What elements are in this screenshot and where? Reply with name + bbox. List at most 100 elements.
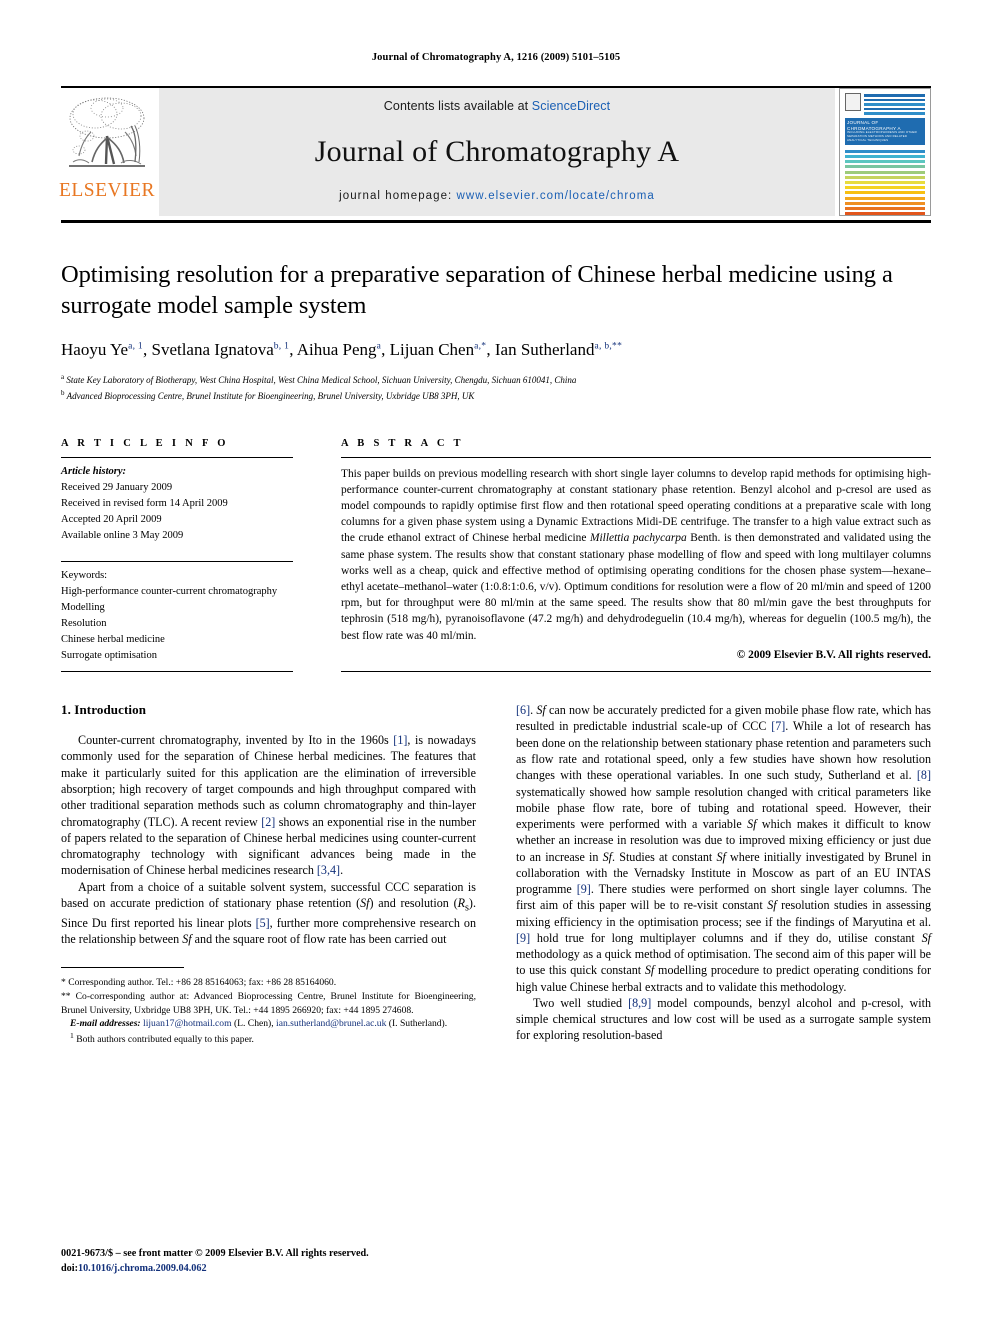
- citation-reference[interactable]: [7]: [771, 719, 785, 733]
- author-separator: ,: [381, 339, 390, 359]
- affiliation-item: a State Key Laboratory of Biotherapy, We…: [61, 372, 931, 388]
- italic-term: Sf: [767, 898, 777, 913]
- email-link-chen[interactable]: lijuan17@hotmail.com: [143, 1018, 232, 1029]
- footnote-equal-contribution-text: Both authors contributed equally to this…: [73, 1033, 254, 1045]
- citation-reference[interactable]: [9]: [577, 882, 591, 896]
- email-link-sutherland[interactable]: ian.sutherland@brunel.ac.uk: [276, 1018, 386, 1029]
- author-name: Aihua Peng: [296, 339, 377, 359]
- section-heading-introduction: 1. Introduction: [61, 702, 147, 718]
- contents-available-line: Contents lists available at ScienceDirec…: [384, 99, 610, 113]
- affiliation-item: b Advanced Bioprocessing Centre, Brunel …: [61, 388, 931, 404]
- keyword-item: Resolution: [61, 618, 107, 630]
- article-info-heading: A R T I C L E I N F O: [61, 437, 229, 449]
- article-history-item: Received 29 January 2009: [61, 481, 173, 493]
- body-text: and the square root of flow rate has bee…: [191, 932, 447, 947]
- citation-reference[interactable]: [2]: [261, 815, 275, 829]
- author-name: Lijuan Chen: [389, 339, 475, 359]
- cover-header-row: [845, 93, 925, 115]
- journal-homepage-link[interactable]: www.elsevier.com/locate/chroma: [457, 190, 655, 202]
- citation-reference[interactable]: [9]: [516, 931, 530, 945]
- author-affiliation-mark: a, 1: [128, 341, 143, 352]
- author-affiliation-mark: b, 1: [273, 341, 290, 352]
- email-addresses-label: E-mail addresses:: [70, 1018, 141, 1030]
- citation-reference[interactable]: [6]: [516, 703, 530, 717]
- doi-link[interactable]: 10.1016/j.chroma.2009.04.062: [78, 1263, 207, 1274]
- body-columns: 1. Introduction Counter-current chromato…: [61, 702, 931, 1046]
- italic-term: Sf: [536, 703, 546, 718]
- cover-banner: JOURNAL OF CHROMATOGRAPHY A INCLUDING EL…: [845, 118, 925, 146]
- email-owner-chen: (L. Chen),: [231, 1018, 277, 1030]
- body-text: ) and resolution (: [369, 895, 458, 910]
- doi-label: doi:: [61, 1263, 78, 1275]
- article-info-column: A R T I C L E I N F O Article history: R…: [61, 438, 293, 664]
- abstract-column: A B S T R A C T This paper builds on pre…: [341, 438, 931, 664]
- keywords-items: High-performance counter-current chromat…: [61, 584, 293, 664]
- journal-masthead: ELSEVIER Contents lists available at Sci…: [58, 86, 931, 216]
- body-text: hold true for long multiplayer columns a…: [530, 930, 922, 945]
- author-list: Haoyu Yea, 1, Svetlana Ignatovab, 1, Aih…: [61, 339, 931, 361]
- footnote-cocorresponding: ** Co-corresponding author at: Advanced …: [61, 990, 476, 1016]
- cover-top-bars: [864, 93, 925, 115]
- body-left-column: 1. Introduction Counter-current chromato…: [61, 702, 476, 1046]
- body-right-column: [6]. Sf can now be accurately predicted …: [516, 702, 931, 1046]
- keyword-item: High-performance counter-current chromat…: [61, 586, 278, 598]
- body-text: Two well studied: [533, 995, 629, 1010]
- keyword-item: Modelling: [61, 602, 105, 614]
- body-paragraph: Counter-current chromatography, invented…: [61, 732, 476, 878]
- elsevier-logo: ELSEVIER: [58, 88, 156, 216]
- footnote-emails: E-mail addresses: lijuan17@hotmail.com (…: [61, 1017, 476, 1031]
- cover-banner-subtitle: INCLUDING ELECTROPHORESIS AND OTHER SEPA…: [847, 130, 917, 142]
- elsevier-wordmark: ELSEVIER: [58, 180, 156, 201]
- sciencedirect-link[interactable]: ScienceDirect: [532, 99, 610, 113]
- email-owner-sutherland: (I. Sutherland).: [386, 1018, 448, 1030]
- citation-reference[interactable]: [3,4]: [317, 863, 340, 877]
- title-block: Optimising resolution for a preparative …: [61, 259, 931, 404]
- body-text: .: [340, 863, 344, 878]
- article-history-label: Article history:: [61, 465, 127, 477]
- affiliation-text: State Key Laboratory of Biotherapy, West…: [64, 374, 577, 385]
- body-text: . Studies at constant: [612, 849, 717, 864]
- citation-reference[interactable]: [8,9]: [628, 996, 651, 1010]
- abstract-part2: Benth. is then demonstrated and validate…: [341, 532, 931, 642]
- contents-prefix: Contents lists available at: [383, 99, 532, 113]
- abstract-rule-bottom: [341, 671, 931, 673]
- paper-page: Journal of Chromatography A, 1216 (2009)…: [0, 0, 992, 1323]
- article-info-rule-bottom: [61, 671, 293, 673]
- abstract-heading: A B S T R A C T: [341, 437, 464, 449]
- page-title: Optimising resolution for a preparative …: [61, 261, 893, 320]
- article-history-block: Article history: Received 29 January 200…: [61, 458, 293, 544]
- footnote-corresponding: * Corresponding author. Tel.: +86 28 851…: [61, 977, 337, 989]
- running-head: Journal of Chromatography A, 1216 (2009)…: [371, 52, 621, 63]
- left-column-paragraphs: Counter-current chromatography, invented…: [61, 732, 476, 947]
- author-name: Haoyu Ye: [61, 339, 129, 359]
- author-separator: ,: [289, 339, 297, 359]
- author-name: Svetlana Ignatova: [151, 339, 274, 359]
- article-history-items: Received 29 January 2009 Received in revi…: [61, 480, 293, 544]
- citation-reference[interactable]: [8]: [917, 768, 931, 782]
- keywords-block: Keywords: High-performance counter-curre…: [61, 562, 293, 664]
- imprint-block: 0021-9673/$ – see front matter © 2009 El…: [61, 1247, 481, 1277]
- cover-spectrum-bars: [845, 149, 925, 215]
- citation-reference[interactable]: [5]: [256, 916, 270, 930]
- author-separator: ,: [486, 339, 495, 359]
- article-history-item: Accepted 20 April 2009: [61, 513, 162, 525]
- keyword-item: Chinese herbal medicine: [61, 634, 165, 646]
- italic-term: Sf: [360, 895, 370, 910]
- footnotes-block: * Corresponding author. Tel.: +86 28 851…: [61, 967, 476, 1046]
- journal-banner-panel: Contents lists available at ScienceDirec…: [159, 88, 835, 216]
- italic-term: Sf: [182, 932, 192, 947]
- italic-term: Sf: [644, 963, 655, 978]
- italic-term: Sf: [602, 849, 613, 864]
- author-affiliation-mark: a, b,**: [594, 341, 623, 352]
- abstract-copyright: © 2009 Elsevier B.V. All rights reserved…: [736, 648, 931, 661]
- body-text: Counter-current chromatography, invented…: [78, 733, 394, 748]
- abstract-text: This paper builds on previous modelling …: [341, 458, 931, 644]
- body-paragraph: [6]. Sf can now be accurately predicted …: [516, 702, 931, 995]
- abstract-species-name: Millettia pachycarpa: [590, 532, 687, 545]
- right-column-paragraphs: [6]. Sf can now be accurately predicted …: [516, 702, 931, 1044]
- citation-reference[interactable]: [1]: [393, 733, 407, 747]
- italic-term: Sf: [747, 817, 757, 832]
- keyword-item: Surrogate optimisation: [61, 650, 157, 662]
- body-paragraph: Apart from a choice of a suitable solven…: [61, 879, 476, 948]
- doi-line: doi:10.1016/j.chroma.2009.04.062: [61, 1262, 481, 1277]
